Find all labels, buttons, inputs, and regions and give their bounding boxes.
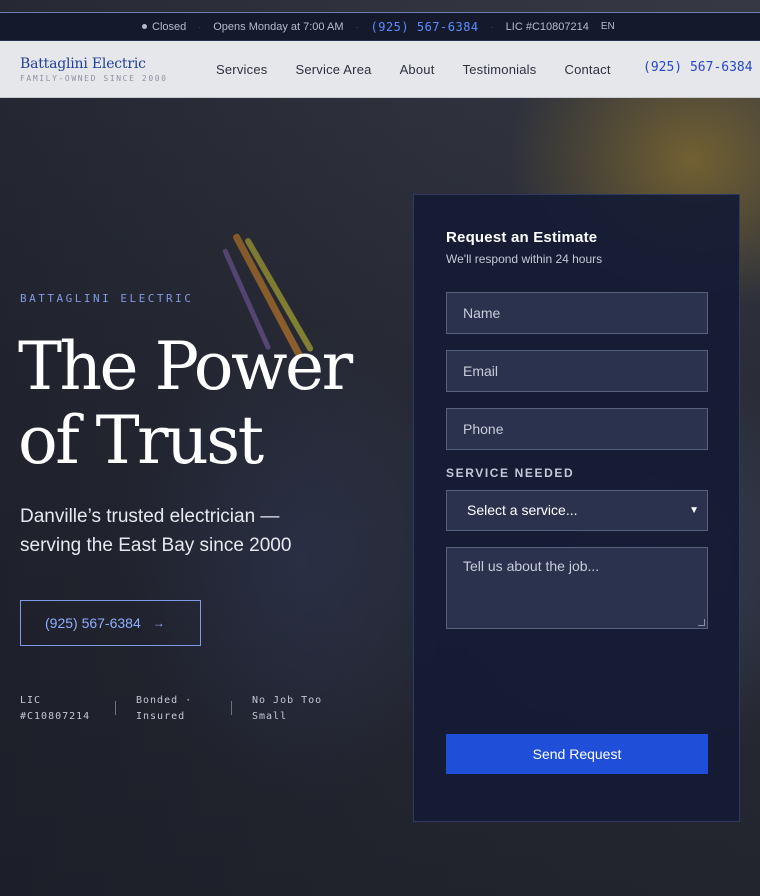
divider: ·	[490, 21, 494, 32]
service-select[interactable]: Select a service... ▼	[446, 490, 708, 531]
hero-eyebrow: BATTAGLINI ELECTRIC	[20, 292, 194, 305]
badge-no-job-too-small: No Job Too Small	[252, 695, 323, 722]
call-phone-label: (925) 567-6384	[45, 615, 141, 631]
service-label: SERVICE NEEDED	[446, 466, 575, 480]
form-subtitle: We'll respond within 24 hours	[446, 252, 603, 266]
badge-license: LIC #C10807214	[20, 695, 91, 722]
nav-phone-link[interactable]: (925) 567-6384	[643, 60, 753, 75]
nav-link-service-area[interactable]: Service Area	[295, 62, 371, 77]
call-phone-button[interactable]: (925) 567-6384 →	[20, 600, 201, 646]
form-title: Request an Estimate	[446, 229, 598, 246]
trust-badges: LIC #C10807214 Bonded · Insured No Job T…	[20, 693, 347, 725]
phone-input[interactable]: Phone	[446, 408, 708, 450]
divider: ·	[198, 21, 202, 32]
divider	[231, 701, 232, 715]
send-request-button[interactable]: Send Request	[446, 734, 708, 774]
nav-link-services[interactable]: Services	[216, 62, 267, 77]
main-navigation: Battaglini Electric FAMILY-OWNED SINCE 2…	[0, 41, 760, 98]
hero-subtitle: Danville’s trusted electrician — serving…	[20, 506, 292, 556]
estimate-form-card: Request an Estimate We'll respond within…	[413, 194, 740, 822]
name-input[interactable]: Name	[446, 292, 708, 334]
top-info-bar: Closed · Opens Monday at 7:00 AM · (925)…	[0, 12, 760, 41]
status-dot-icon	[142, 24, 147, 29]
brand-name: Battaglini Electric	[20, 56, 146, 72]
nav-link-about[interactable]: About	[400, 62, 435, 77]
topbar-phone-link[interactable]: (925) 567-6384	[371, 20, 479, 34]
service-select-value: Select a service...	[467, 502, 578, 518]
license-number: LIC #C10807214	[505, 20, 589, 33]
brand-tagline: FAMILY-OWNED SINCE 2000	[20, 74, 168, 83]
nav-link-testimonials[interactable]: Testimonials	[463, 62, 537, 77]
arrow-right-icon: →	[152, 616, 165, 630]
language-switcher[interactable]: EN	[601, 21, 615, 32]
nav-link-contact[interactable]: Contact	[564, 62, 610, 77]
resize-handle-icon[interactable]	[698, 619, 705, 626]
message-placeholder: Tell us about the job...	[463, 558, 600, 574]
brand-logo[interactable]: Battaglini Electric FAMILY-OWNED SINCE 2…	[20, 56, 168, 83]
business-hours: Opens Monday at 7:00 AM	[213, 20, 344, 33]
badge-bonded-insured: Bonded · Insured	[136, 695, 193, 722]
message-textarea[interactable]: Tell us about the job...	[446, 547, 708, 629]
divider	[115, 701, 116, 715]
divider: ·	[355, 21, 359, 32]
hero-title: The Power of Trust	[18, 328, 353, 479]
nav-links: Services Service Area About Testimonials…	[216, 41, 639, 98]
chevron-down-icon: ▼	[689, 505, 699, 516]
business-status: Closed	[152, 20, 187, 33]
email-input[interactable]: Email	[446, 350, 708, 392]
